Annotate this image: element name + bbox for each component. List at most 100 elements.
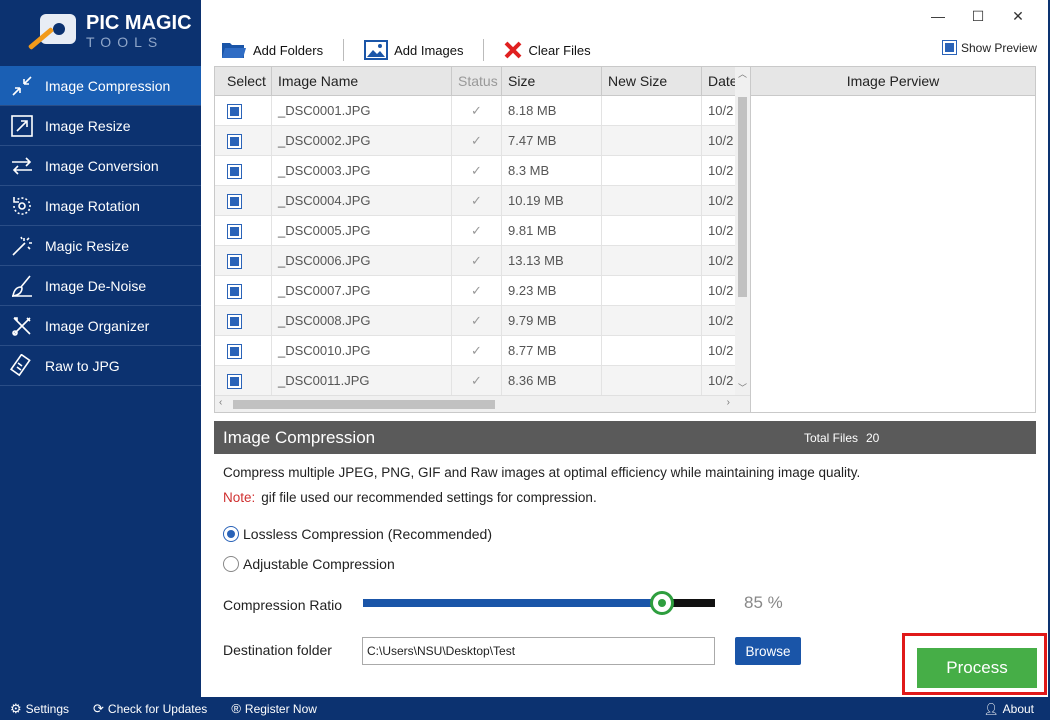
sidebar-item-label: Image Conversion [45,157,159,174]
status-check-icon: ✓ [452,276,502,306]
table-row[interactable]: _DSC0006.JPG ✓ 13.13 MB 10/2 [215,246,750,276]
status-check-icon: ✓ [452,216,502,246]
table-row[interactable]: _DSC0003.JPG ✓ 8.3 MB 10/2 [215,156,750,186]
maximize-button[interactable]: ☐ [958,0,998,32]
row-checkbox[interactable] [227,343,242,359]
sidebar-item-image-organizer[interactable]: Image Organizer [0,306,201,346]
check-updates-label: Check for Updates [107,701,208,716]
date-cell: 10/2 [702,276,737,306]
new-size-cell [602,126,702,156]
table-body: _DSC0001.JPG ✓ 8.18 MB 10/2 _DSC0002.JPG… [215,96,750,396]
size-cell: 8.18 MB [502,96,602,126]
scrollbar-thumb[interactable] [738,97,747,297]
title-bar: — ☐ ✕ [201,0,1048,32]
row-checkbox[interactable] [227,223,242,239]
column-header-select[interactable]: Select [215,67,272,96]
row-checkbox[interactable] [227,163,242,179]
sidebar-item-magic-resize[interactable]: Magic Resize [0,226,201,266]
file-table: Select Image Name Status Size New Size D… [214,66,751,413]
adjustable-compression-option[interactable]: Adjustable Compression [223,556,395,572]
total-files-count: 20 [866,430,880,445]
image-name-cell: _DSC0006.JPG [272,246,452,276]
column-header-status[interactable]: Status [452,67,502,96]
show-preview-checkbox[interactable]: Show Preview [941,40,1037,55]
scrollbar-thumb[interactable] [233,400,495,409]
horizontal-scrollbar[interactable]: ‹ › [215,395,750,412]
sidebar-item-image-de-noise[interactable]: Image De-Noise [0,266,201,306]
register-link[interactable]: ® Register Now [231,701,317,716]
size-cell: 8.36 MB [502,366,602,396]
note: Note: gif file used our recommended setti… [223,490,597,505]
image-name-cell: _DSC0011.JPG [272,366,452,396]
scroll-left-icon[interactable]: ‹ [219,397,222,408]
settings-link[interactable]: ⚙ Settings [10,701,69,717]
sidebar-item-raw-to-jpg[interactable]: Raw to JPG [0,346,201,386]
scroll-up-icon[interactable]: ︿ [735,67,750,80]
sidebar-item-image-compression[interactable]: Image Compression [0,66,201,106]
sidebar-item-image-rotation[interactable]: Image Rotation [0,186,201,226]
row-checkbox[interactable] [227,253,242,269]
new-size-cell [602,276,702,306]
add-folders-button[interactable]: Add Folders [215,37,329,63]
check-updates-link[interactable]: ⟳ Check for Updates [93,701,207,717]
sidebar-item-image-conversion[interactable]: Image Conversion [0,146,201,186]
adjustable-label: Adjustable Compression [243,556,395,572]
magic-wand-icon [8,233,36,259]
refresh-icon: ⟳ [93,700,104,716]
sidebar-item-image-resize[interactable]: Image Resize [0,106,201,146]
image-name-cell: _DSC0007.JPG [272,276,452,306]
row-checkbox[interactable] [227,313,242,329]
image-name-cell: _DSC0004.JPG [272,186,452,216]
row-checkbox[interactable] [227,283,242,299]
table-row[interactable]: _DSC0010.JPG ✓ 8.77 MB 10/2 [215,336,750,366]
row-checkbox[interactable] [227,373,242,389]
rotate-icon [8,193,36,219]
add-images-button[interactable]: Add Images [358,37,469,63]
table-row[interactable]: _DSC0004.JPG ✓ 10.19 MB 10/2 [215,186,750,216]
section-title: Image Compression [223,427,376,447]
about-link[interactable]: 👤︎ About [983,702,1034,716]
process-button[interactable]: Process [917,648,1037,688]
new-size-cell [602,366,702,396]
table-row[interactable]: _DSC0001.JPG ✓ 8.18 MB 10/2 [215,96,750,126]
add-images-label: Add Images [394,42,464,58]
sidebar-nav: Image Compression Image Resize Image Con… [0,66,201,386]
broom-icon [8,273,36,299]
clear-files-label: Clear Files [528,42,591,58]
column-header-size[interactable]: Size [502,67,602,96]
table-row[interactable]: _DSC0002.JPG ✓ 7.47 MB 10/2 [215,126,750,156]
vertical-scrollbar[interactable]: ︿ ﹀ [735,67,750,397]
compression-ratio-slider[interactable] [363,591,715,615]
column-header-new-size[interactable]: New Size [602,67,702,96]
table-row[interactable]: _DSC0008.JPG ✓ 9.79 MB 10/2 [215,306,750,336]
table-row[interactable]: _DSC0007.JPG ✓ 9.23 MB 10/2 [215,276,750,306]
new-size-cell [602,216,702,246]
status-check-icon: ✓ [452,366,502,396]
date-cell: 10/2 [702,216,737,246]
scroll-right-icon[interactable]: › [727,397,730,408]
column-header-image-name[interactable]: Image Name [272,67,452,96]
table-row[interactable]: _DSC0005.JPG ✓ 9.81 MB 10/2 [215,216,750,246]
minimize-button[interactable]: — [918,0,958,32]
app-logo: PIC MAGIC TOOLS [0,0,201,62]
lossless-compression-option[interactable]: Lossless Compression (Recommended) [223,526,492,542]
browse-button[interactable]: Browse [735,637,801,665]
radio-selected-icon[interactable] [223,526,239,542]
row-checkbox[interactable] [227,193,242,209]
destination-folder-input[interactable]: C:\Users\NSU\Desktop\Test [362,637,715,665]
scroll-down-icon[interactable]: ﹀ [735,381,750,394]
table-row[interactable]: _DSC0011.JPG ✓ 8.36 MB 10/2 [215,366,750,396]
close-button[interactable]: ✕ [998,0,1038,32]
radio-unselected-icon[interactable] [223,556,239,572]
clear-files-button[interactable]: Clear Files [498,37,596,63]
image-name-cell: _DSC0010.JPG [272,336,452,366]
sidebar-item-label: Image Organizer [45,317,150,334]
row-checkbox[interactable] [227,133,242,149]
column-header-date[interactable]: Date [702,67,737,96]
date-cell: 10/2 [702,246,737,276]
sidebar: PIC MAGIC TOOLS Image Compression Image … [0,0,201,697]
registered-icon: ® [231,701,241,716]
show-preview-label: Show Preview [960,40,1037,55]
slider-knob[interactable] [650,591,675,615]
row-checkbox[interactable] [227,103,242,119]
